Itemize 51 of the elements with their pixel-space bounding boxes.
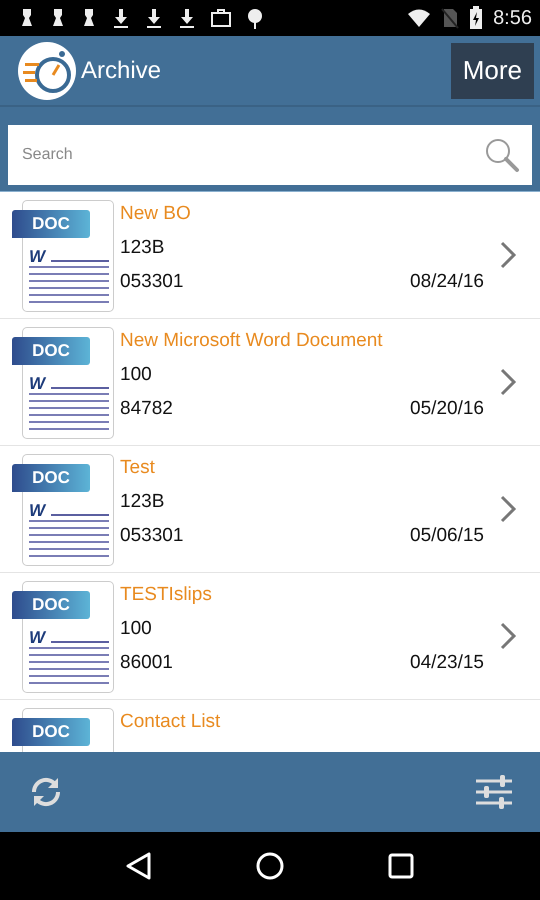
chevron-right-icon — [500, 495, 516, 523]
word-mark: W — [29, 247, 46, 267]
document-row[interactable]: DOC W Test 123B 053301 05/06/15 — [0, 446, 540, 573]
chevron-right-icon — [500, 368, 516, 396]
document-row[interactable]: DOC W New Microsoft Word Document 100 84782 05/20/16 — [0, 319, 540, 446]
document-code: 100 — [120, 618, 153, 640]
recents-icon[interactable] — [388, 853, 414, 879]
document-number: 86001 — [120, 652, 173, 674]
document-name: New Microsoft Word Document — [120, 330, 384, 352]
download-icon — [144, 7, 164, 29]
briefcase-icon — [210, 8, 232, 28]
no-sim-icon — [441, 7, 460, 29]
chevron-right-icon — [500, 622, 516, 650]
document-code: 123B — [120, 237, 166, 259]
word-mark: W — [29, 628, 46, 648]
document-number: 053301 — [120, 271, 184, 293]
home-icon[interactable] — [256, 852, 284, 880]
document-row[interactable]: DOC W New BO 123B 053301 08/24/16 — [0, 192, 540, 319]
download-icon — [177, 7, 197, 29]
search-icon[interactable] — [484, 137, 520, 173]
doc-label: DOC — [12, 337, 90, 365]
doc-label: DOC — [12, 464, 90, 492]
document-number: 84782 — [120, 398, 173, 420]
wifi-icon — [407, 8, 432, 28]
clock-time: 8:56 — [493, 6, 532, 30]
word-mark: W — [29, 374, 46, 394]
word-mark: W — [29, 501, 46, 521]
chevron-right-icon — [500, 241, 516, 269]
download-icon — [111, 7, 131, 29]
battery-icon — [469, 6, 484, 30]
document-name: Contact List — [120, 711, 222, 733]
more-button[interactable]: More — [450, 42, 534, 98]
document-name: Test — [120, 457, 156, 479]
app-title: Archive — [81, 56, 162, 84]
document-date: 04/23/15 — [410, 652, 484, 674]
search-field[interactable]: Search — [8, 125, 532, 185]
document-number: 053301 — [120, 525, 184, 547]
doc-label: DOC — [12, 718, 90, 746]
document-date: 05/06/15 — [410, 525, 484, 547]
document-date: 08/24/16 — [410, 271, 484, 293]
sliders-icon[interactable] — [475, 774, 513, 810]
stopwatch-logo-icon — [17, 40, 77, 100]
document-row[interactable]: DOC W TESTIslips 100 86001 04/23/15 — [0, 573, 540, 700]
document-code: 100 — [120, 364, 153, 386]
document-code: 123B — [120, 491, 166, 513]
doc-label: DOC — [12, 591, 90, 619]
document-name: New BO — [120, 203, 192, 225]
doc-label: DOC — [12, 210, 90, 238]
back-icon[interactable] — [126, 852, 152, 880]
document-name: TESTIslips — [120, 584, 213, 606]
document-date: 05/20/16 — [410, 398, 484, 420]
